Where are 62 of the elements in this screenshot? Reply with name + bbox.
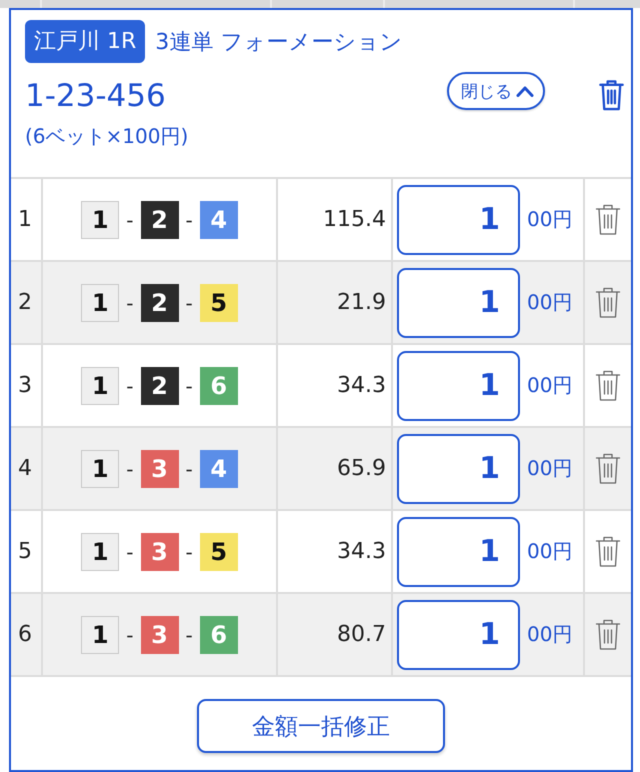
boat-number: 4 bbox=[200, 450, 238, 488]
trash-icon[interactable] bbox=[595, 368, 621, 402]
amount-field[interactable]: 1 bbox=[397, 516, 520, 586]
boat-number: 1 bbox=[81, 284, 120, 322]
separator-text: - bbox=[126, 290, 134, 314]
boat-number: 1 bbox=[81, 532, 120, 570]
boat-number: 3 bbox=[140, 450, 178, 488]
amount-unit: 00円 bbox=[527, 289, 572, 316]
separator-text: - bbox=[126, 374, 134, 398]
boat-number: 1 bbox=[81, 200, 120, 238]
row-number: 6 bbox=[11, 594, 43, 675]
boat-number: 5 bbox=[200, 284, 238, 322]
separator-text: - bbox=[186, 456, 193, 480]
amount-field[interactable]: 1 bbox=[397, 600, 520, 670]
close-button[interactable]: 閉じる bbox=[447, 72, 545, 110]
amount-unit: 00円 bbox=[527, 455, 572, 482]
boat-number: 2 bbox=[140, 366, 178, 404]
amount-field[interactable]: 1 bbox=[397, 184, 520, 254]
amount-unit: 00円 bbox=[527, 538, 572, 565]
bet-summary: (6ベット×100円) bbox=[25, 123, 188, 149]
boat-number: 6 bbox=[200, 366, 238, 404]
separator-text: - bbox=[186, 374, 193, 398]
boat-number: 3 bbox=[140, 532, 178, 570]
separator-text: - bbox=[126, 622, 134, 646]
amount-unit: 00円 bbox=[527, 372, 572, 399]
trash-icon[interactable] bbox=[598, 80, 625, 111]
boat-number: 4 bbox=[200, 200, 238, 238]
row-number: 4 bbox=[11, 428, 43, 509]
row-number: 2 bbox=[11, 262, 43, 343]
separator-text: - bbox=[126, 456, 134, 480]
amount-field[interactable]: 1 bbox=[397, 268, 520, 338]
boat-number: 1 bbox=[81, 450, 120, 488]
boat-number: 1 bbox=[81, 616, 120, 654]
trash-icon[interactable] bbox=[595, 202, 621, 236]
separator-text: - bbox=[126, 540, 134, 564]
trash-icon[interactable] bbox=[595, 534, 621, 568]
boat-number: 6 bbox=[200, 616, 238, 654]
trash-icon[interactable] bbox=[595, 618, 621, 652]
amount-unit: 00円 bbox=[527, 206, 572, 233]
separator-text: - bbox=[186, 208, 193, 232]
bulk-edit-button[interactable]: 金額一括修正 bbox=[197, 699, 445, 753]
amount-field[interactable]: 1 bbox=[397, 434, 520, 504]
odds-value: 80.7 bbox=[278, 594, 393, 675]
boat-number: 1 bbox=[81, 366, 120, 404]
boat-number: 2 bbox=[140, 284, 178, 322]
amount-unit: 00円 bbox=[527, 621, 572, 648]
amount-field[interactable]: 1 bbox=[397, 350, 520, 420]
boat-number: 3 bbox=[140, 616, 178, 654]
combination-text: 1-23-456 bbox=[25, 77, 166, 115]
separator-text: - bbox=[186, 290, 193, 314]
separator-text: - bbox=[186, 540, 193, 564]
boat-number: 2 bbox=[140, 200, 178, 238]
chevron-up-icon bbox=[516, 86, 534, 96]
trash-icon[interactable] bbox=[595, 452, 621, 486]
race-badge: 江戸川 1R bbox=[25, 20, 146, 63]
odds-value: 65.9 bbox=[278, 428, 393, 509]
bet-type-label: 3連単 フォーメーション bbox=[155, 28, 402, 56]
separator-text: - bbox=[126, 208, 134, 232]
separator-text: - bbox=[186, 622, 193, 646]
trash-icon[interactable] bbox=[595, 286, 621, 320]
odds-value: 21.9 bbox=[278, 262, 393, 343]
boat-number: 5 bbox=[200, 532, 238, 570]
